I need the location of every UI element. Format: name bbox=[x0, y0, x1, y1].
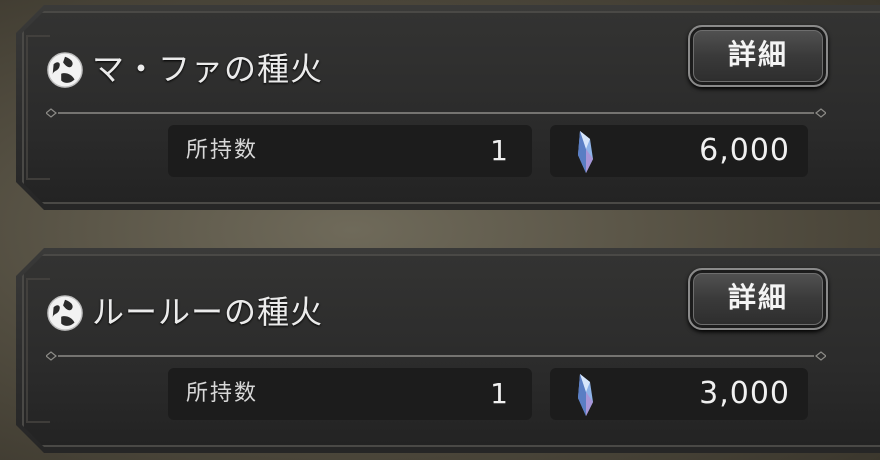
detail-button[interactable]: 詳細 bbox=[688, 268, 828, 330]
detail-button[interactable]: 詳細 bbox=[688, 25, 828, 87]
divider-line bbox=[46, 351, 826, 361]
owned-count-field: 所持数 1 bbox=[168, 125, 532, 177]
item-name: マ・ファの種火 bbox=[92, 50, 324, 88]
owned-count-value: 1 bbox=[490, 377, 508, 410]
globe-emblem-icon bbox=[46, 294, 84, 332]
owned-count-field: 所持数 1 bbox=[168, 368, 532, 420]
crystal-icon bbox=[574, 129, 596, 175]
price-value: 3,000 bbox=[699, 376, 790, 411]
item-name: ルールーの種火 bbox=[92, 293, 324, 331]
globe-emblem-icon bbox=[46, 51, 84, 89]
owned-count-value: 1 bbox=[490, 134, 508, 167]
divider-line bbox=[46, 108, 826, 118]
price-value: 6,000 bbox=[699, 133, 790, 168]
price-field: 3,000 bbox=[550, 368, 808, 420]
owned-count-label: 所持数 bbox=[186, 138, 259, 163]
shop-item-card[interactable]: ルールーの種火 詳細 所持数 1 3,000 bbox=[16, 248, 880, 453]
owned-count-label: 所持数 bbox=[186, 381, 259, 406]
crystal-icon bbox=[574, 372, 596, 418]
price-field: 6,000 bbox=[550, 125, 808, 177]
shop-item-card[interactable]: マ・ファの種火 詳細 所持数 1 6,000 bbox=[16, 5, 880, 210]
